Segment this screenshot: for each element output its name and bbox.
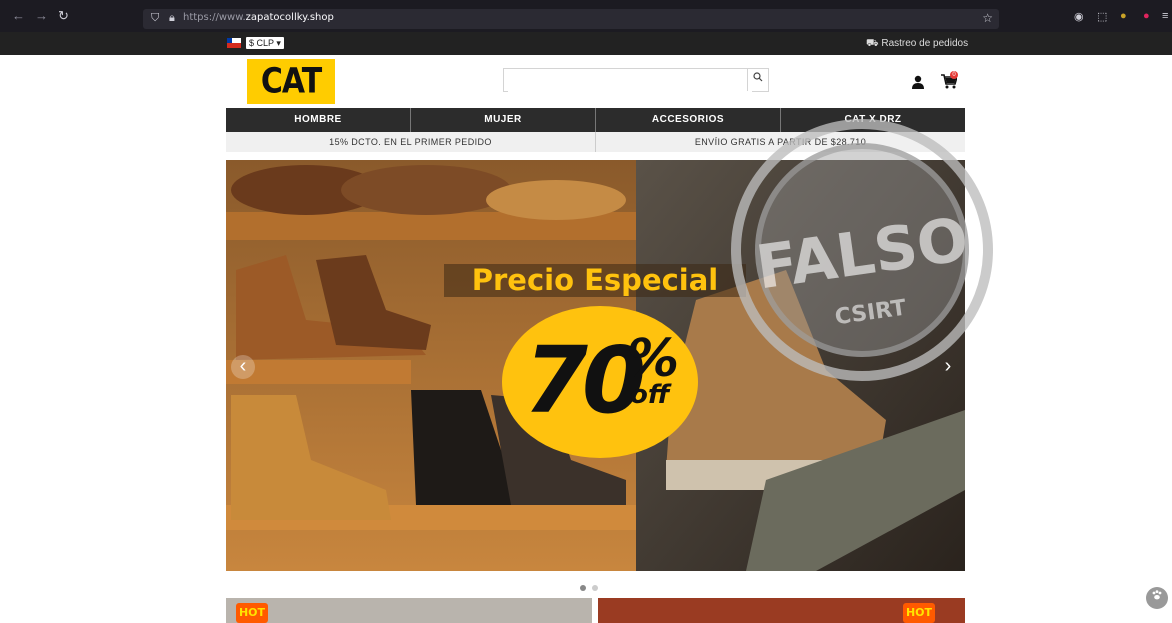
- promo-banner-men[interactable]: HOT: [226, 598, 592, 623]
- shield-icon[interactable]: ⛉: [151, 12, 159, 25]
- hot-badge: HOT: [903, 603, 935, 623]
- hero-headline: Precio Especial: [444, 264, 746, 297]
- url-text[interactable]: https://www.zapatocollky.shop: [183, 12, 334, 23]
- discount-off: off: [630, 380, 670, 410]
- hot-badge: HOT: [236, 603, 268, 623]
- discount-badge: 70 % off: [502, 306, 698, 458]
- store-top-bar: [0, 32, 1172, 55]
- back-icon[interactable]: ←: [12, 8, 25, 23]
- fraud-stamp-seal: FALSO CSIRT: [731, 119, 993, 381]
- bookmark-star-icon[interactable]: ☆: [982, 11, 993, 25]
- brand-logo[interactable]: CAT: [247, 59, 335, 104]
- carousel-dot[interactable]: [592, 585, 598, 591]
- currency-selector[interactable]: $ CLP ▾: [246, 37, 284, 49]
- paw-icon: [1152, 590, 1162, 600]
- nav-item-mujer[interactable]: MUJER: [411, 108, 596, 132]
- browser-toolbar: ← → ↻ ⛉ 🔒︎ https://www.zapatocollky.shop…: [0, 0, 1172, 32]
- slider-prev-button[interactable]: ‹: [231, 355, 255, 379]
- promo-discount-text: 15% DCTO. EN EL PRIMER PEDIDO: [226, 132, 596, 152]
- search-button[interactable]: [747, 69, 768, 91]
- discount-percent: %: [627, 329, 680, 389]
- lock-icon[interactable]: 🔒︎: [169, 12, 175, 25]
- search-box: [503, 68, 769, 92]
- extension-icon[interactable]: ●: [1143, 10, 1150, 22]
- cart-count-badge: 0: [950, 71, 958, 79]
- order-tracking-link[interactable]: ⛟ Rastreo de pedidos: [866, 38, 968, 51]
- forward-icon[interactable]: →: [35, 8, 48, 23]
- search-icon: [753, 72, 763, 82]
- pocket-icon[interactable]: ◉: [1074, 10, 1084, 23]
- chat-widget-button[interactable]: [1146, 587, 1168, 609]
- menu-icon[interactable]: ≡: [1162, 10, 1168, 22]
- address-bar[interactable]: ⛉ 🔒︎ https://www.zapatocollky.shop ☆: [143, 9, 999, 29]
- user-icon[interactable]: [911, 75, 925, 89]
- carousel-dots: [580, 578, 604, 596]
- search-input[interactable]: [508, 70, 752, 92]
- promo-banner-women[interactable]: HOT: [598, 598, 965, 623]
- reload-icon[interactable]: ↻: [58, 8, 69, 24]
- extensions-icon[interactable]: ⬚: [1097, 10, 1107, 23]
- nav-item-hombre[interactable]: HOMBRE: [226, 108, 411, 132]
- chile-flag-icon: [227, 38, 241, 48]
- discount-number: 70: [524, 327, 646, 434]
- carousel-dot[interactable]: [580, 585, 586, 591]
- extension-icon[interactable]: ●: [1120, 10, 1127, 22]
